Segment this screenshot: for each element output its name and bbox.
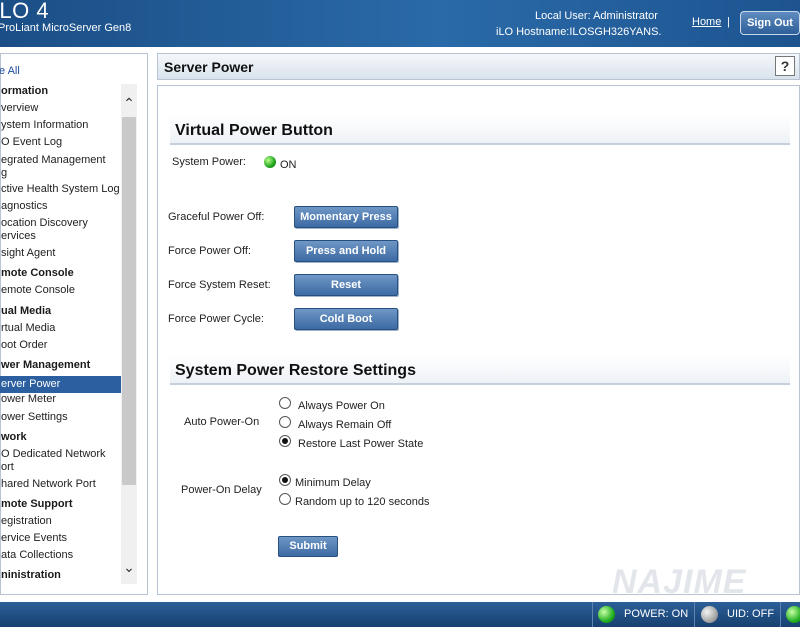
power-status-text: POWER: ON xyxy=(624,608,689,620)
nav-ilo-dedicated-network-port[interactable]: O Dedicated Network ort xyxy=(0,448,121,474)
minimum-delay-radio[interactable] xyxy=(279,474,291,486)
minimum-delay-label[interactable]: Minimum Delay xyxy=(295,477,371,489)
nav-server-power[interactable]: erver Power xyxy=(0,376,121,393)
auto-power-on-label: Auto Power-On xyxy=(184,416,260,428)
nav-group-power-management[interactable]: wer Management xyxy=(0,359,121,372)
nav-location-discovery-services[interactable]: ocation Discovery ervices xyxy=(0,217,121,243)
force-power-off-label: Force Power Off: xyxy=(168,245,251,257)
power-on-delay-label: Power-On Delay xyxy=(181,484,262,496)
graceful-power-off-label: Graceful Power Off: xyxy=(168,211,265,223)
expand-all-link[interactable]: e All xyxy=(0,65,20,77)
nav-group-virtual-media[interactable]: ual Media xyxy=(0,305,121,318)
help-icon[interactable]: ? xyxy=(775,56,795,76)
uid-status[interactable]: UID: OFF xyxy=(694,602,780,627)
uid-status-text: UID: OFF xyxy=(727,608,775,620)
sign-out-button[interactable]: Sign Out xyxy=(740,11,800,35)
hostname-text: iLO Hostname:ILOSGH326YANS. xyxy=(496,26,662,38)
nav-group-information[interactable]: ormation xyxy=(0,85,121,98)
momentary-press-button[interactable]: Momentary Press xyxy=(294,206,398,228)
random-delay-label[interactable]: Random up to 120 seconds xyxy=(295,496,430,508)
product-title: iLO 4 xyxy=(0,0,50,23)
nav-service-events[interactable]: ervice Events xyxy=(0,532,121,545)
nav-diagnostics[interactable]: agnostics xyxy=(0,200,121,213)
nav-integrated-management-log[interactable]: egrated Management g xyxy=(0,154,121,180)
nav-group-administration[interactable]: ninistration xyxy=(0,569,121,582)
left-navigation: e All ormation verview ystem Information O … xyxy=(0,53,148,595)
nav-scrollbar[interactable]: ⌃ ⌄ xyxy=(121,84,137,584)
nav-ilo-event-log[interactable]: O Event Log xyxy=(0,136,121,149)
server-model: ProLiant MicroServer Gen8 xyxy=(0,22,132,34)
nav-group-remote-support[interactable]: mote Support xyxy=(0,498,121,511)
nav-shared-network-port[interactable]: hared Network Port xyxy=(0,478,121,491)
reset-button[interactable]: Reset xyxy=(294,274,398,296)
page-title: Server Power xyxy=(164,59,254,75)
restore-section-header: System Power Restore Settings xyxy=(170,355,790,385)
nav-system-information[interactable]: ystem Information xyxy=(0,119,121,132)
server-power-panel: Virtual Power Button System Power: ON Gr… xyxy=(157,85,800,595)
nav-data-collections[interactable]: ata Collections xyxy=(0,549,121,562)
restore-last-power-state-radio[interactable] xyxy=(279,435,291,447)
health-status[interactable] xyxy=(780,602,800,627)
always-power-on-label[interactable]: Always Power On xyxy=(298,400,385,412)
nav-boot-order[interactable]: oot Order xyxy=(0,339,121,352)
nav-group-remote-console[interactable]: mote Console xyxy=(0,267,121,280)
header-separator: | xyxy=(727,16,730,28)
page-title-bar: Server Power ? xyxy=(157,53,800,80)
health-led-icon xyxy=(786,606,800,623)
scroll-down-icon[interactable]: ⌄ xyxy=(121,558,137,576)
scroll-thumb[interactable] xyxy=(122,117,136,485)
power-on-led-icon xyxy=(264,156,276,168)
power-status[interactable]: POWER: ON xyxy=(592,602,694,627)
local-user-text: Local User: Administrator xyxy=(535,10,658,22)
uid-led-icon xyxy=(701,606,718,623)
always-remain-off-label[interactable]: Always Remain Off xyxy=(298,419,391,431)
system-power-value: ON xyxy=(280,159,297,171)
virtual-power-section-header: Virtual Power Button xyxy=(170,115,790,145)
nav-active-health-system-log[interactable]: ctive Health System Log xyxy=(0,183,121,196)
top-header: iLO 4 ProLiant MicroServer Gen8 Local Us… xyxy=(0,0,800,47)
random-delay-radio[interactable] xyxy=(279,493,291,505)
restore-heading: System Power Restore Settings xyxy=(175,362,416,379)
cold-boot-button[interactable]: Cold Boot xyxy=(294,308,398,330)
force-power-cycle-label: Force Power Cycle: xyxy=(168,313,264,325)
virtual-power-heading: Virtual Power Button xyxy=(175,122,333,139)
press-and-hold-button[interactable]: Press and Hold xyxy=(294,240,398,262)
force-system-reset-label: Force System Reset: xyxy=(168,279,271,291)
nav-remote-console[interactable]: emote Console xyxy=(0,284,121,297)
nav-power-settings[interactable]: ower Settings xyxy=(0,411,121,424)
status-footer: POWER: ON UID: OFF xyxy=(0,602,800,627)
always-remain-off-radio[interactable] xyxy=(279,416,291,428)
nav-insight-agent[interactable]: sight Agent xyxy=(0,247,121,260)
nav-overview[interactable]: verview xyxy=(0,102,121,115)
watermark-logo: NAJIME xyxy=(612,563,747,601)
nav-power-meter[interactable]: ower Meter xyxy=(0,393,121,406)
home-link[interactable]: Home xyxy=(692,16,721,28)
nav-registration[interactable]: egistration xyxy=(0,515,121,528)
submit-button[interactable]: Submit xyxy=(278,536,338,557)
scroll-up-icon[interactable]: ⌃ xyxy=(121,94,137,112)
nav-group-network[interactable]: work xyxy=(0,431,121,444)
power-led-icon xyxy=(598,606,615,623)
restore-last-power-state-label[interactable]: Restore Last Power State xyxy=(298,438,423,450)
always-power-on-radio[interactable] xyxy=(279,397,291,409)
nav-virtual-media[interactable]: rtual Media xyxy=(0,322,121,335)
system-power-label: System Power: xyxy=(172,156,246,168)
